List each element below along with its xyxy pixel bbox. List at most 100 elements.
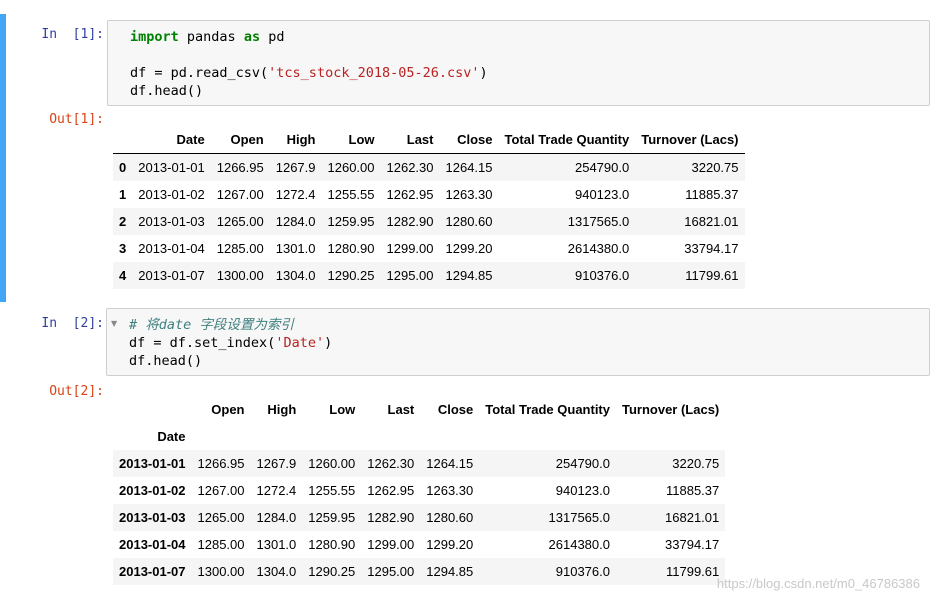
table-cell: 1301.0	[256, 537, 297, 552]
code-editor[interactable]: import pandas as pd df = pd.read_csv('tc…	[130, 28, 488, 100]
column-header: Low	[329, 402, 356, 417]
code-text: df = pd.read_csv(	[130, 65, 269, 81]
watermark-text: https://blog.csdn.net/m0_46786386	[716, 576, 920, 591]
table-cell: 1266.95	[197, 456, 245, 471]
table-cell: 910376.0	[574, 268, 630, 283]
table-row: 2013-01-01 1266.95 1267.9 1260.00 1262.30 126…	[113, 450, 726, 477]
code-text: df = df.set_index(	[129, 335, 276, 351]
column-header: Total Trade Quantity	[485, 402, 610, 417]
table-cell: 1267.9	[275, 160, 316, 175]
table-cell: 3220.75	[691, 160, 739, 175]
table-cell: 1272.4	[275, 187, 316, 202]
table-cell: 1280.60	[426, 510, 474, 525]
output-prompt: Out[2]:	[49, 384, 104, 399]
row-index: 2013-01-07	[119, 564, 186, 579]
table-cell: 1255.55	[308, 483, 356, 498]
table-cell: 1262.95	[367, 483, 415, 498]
table-cell: 1300.00	[216, 268, 264, 283]
row-index: 2	[119, 214, 127, 229]
column-header: High	[269, 126, 322, 154]
table-cell: 11885.37	[685, 187, 739, 202]
table-cell: 2013-01-02	[138, 187, 205, 202]
table-cell: 1294.85	[445, 268, 493, 283]
column-header: Close	[439, 126, 499, 154]
table-header-row: Open High Low Last Close Total Trade Quantity…	[113, 396, 725, 423]
column-header: Turnover (Lacs)	[635, 126, 745, 154]
row-index: 3	[119, 241, 127, 256]
table-cell: 1263.30	[426, 483, 474, 498]
table-cell: 3220.75	[672, 456, 720, 471]
table-cell: 11885.37	[666, 483, 720, 498]
row-index: 1	[119, 187, 127, 202]
code-editor[interactable]: # 将date 字段设置为索引 df = df.set_index('Date'…	[129, 316, 332, 370]
table-cell: 940123.0	[555, 483, 610, 498]
column-header: Last	[387, 402, 415, 417]
code-keyword: as	[243, 29, 261, 45]
input-prompt: In [1]:	[41, 27, 104, 42]
table-cell: 1260.00	[308, 456, 356, 471]
table-cell: 2013-01-01	[138, 160, 205, 175]
dataframe-table: Date Open High Low Last Close Total Trade Quan…	[113, 126, 745, 289]
table-cell: 33794.17	[684, 241, 739, 256]
table-cell: 1259.95	[327, 214, 375, 229]
table-cell: 910376.0	[555, 564, 610, 579]
table-cell: 2013-01-04	[138, 241, 205, 256]
table-cell: 1290.25	[308, 564, 356, 579]
column-header: Low	[321, 126, 381, 154]
table-cell: 1265.00	[197, 510, 245, 525]
code-keyword: import	[130, 29, 179, 45]
column-header: Total Trade Quantity	[498, 126, 636, 154]
code-input-area[interactable]: ▼ # 将date 字段设置为索引 df = df.set_index('Dat…	[106, 308, 930, 376]
table-cell: 16821.01	[665, 510, 720, 525]
table-cell: 1265.00	[216, 214, 264, 229]
table-cell: 1317565.0	[548, 510, 610, 525]
input-prompt: In [2]:	[41, 316, 104, 331]
column-header: Last	[380, 126, 440, 154]
table-cell: 1266.95	[216, 160, 264, 175]
table-cell: 1280.90	[327, 241, 375, 256]
table-cell: 1285.00	[216, 241, 264, 256]
table-cell: 1304.0	[275, 268, 316, 283]
code-text: pandas	[178, 29, 244, 45]
table-row: 2013-01-03 1265.00 1284.0 1259.95 1282.90 128…	[113, 504, 726, 531]
row-index: 4	[119, 268, 127, 283]
table-cell: 1290.25	[327, 268, 375, 283]
row-index: 2013-01-02	[119, 483, 186, 498]
table-cell: 254790.0	[574, 160, 630, 175]
table-cell: 1262.95	[386, 187, 434, 202]
table-cell: 1260.00	[327, 160, 375, 175]
code-input-area[interactable]: import pandas as pd df = pd.read_csv('tc…	[107, 20, 930, 106]
table-cell: 1264.15	[426, 456, 474, 471]
notebook-cell-1[interactable]: In [1]: import pandas as pd df = pd.read…	[0, 14, 930, 302]
table-cell: 1255.55	[327, 187, 375, 202]
header-corner	[113, 126, 133, 154]
column-header: High	[267, 402, 297, 417]
column-header: Open	[210, 126, 270, 154]
code-string: 'tcs_stock_2018-05-26.csv'	[268, 65, 480, 81]
table-cell: 1267.00	[216, 187, 264, 202]
table-cell: 1299.20	[445, 241, 493, 256]
table-cell: 1295.00	[386, 268, 434, 283]
index-spacer	[192, 423, 726, 450]
table-cell: 254790.0	[555, 456, 610, 471]
code-string: 'Date'	[275, 335, 325, 351]
table-row: 3 2013-01-04 1285.00 1301.0 1280.90 1299.00 12…	[113, 235, 745, 262]
code-text: df.head()	[129, 353, 203, 369]
notebook-cell-2[interactable]: In [2]: ▼ # 将date 字段设置为索引 df = df.set_in…	[0, 306, 930, 596]
table-cell: 1272.4	[256, 483, 297, 498]
row-index: 2013-01-01	[119, 456, 186, 471]
collapse-arrow-icon[interactable]: ▼	[111, 319, 117, 328]
table-index-row: Date	[113, 423, 725, 450]
table-header-row: Date Open High Low Last Close Total Trade Quan…	[113, 126, 745, 154]
table-cell: 1299.00	[367, 537, 415, 552]
column-header: Date	[132, 126, 211, 154]
table-cell: 1280.90	[308, 537, 356, 552]
table-cell: 940123.0	[574, 187, 630, 202]
table-row: 2 2013-01-03 1265.00 1284.0 1259.95 1282.90 12…	[113, 208, 745, 235]
table-cell: 1300.00	[197, 564, 245, 579]
table-cell: 1285.00	[197, 537, 245, 552]
table-cell: 2013-01-03	[138, 214, 205, 229]
table-cell: 1284.0	[275, 214, 316, 229]
table-cell: 2013-01-07	[138, 268, 205, 283]
table-cell: 1301.0	[275, 241, 316, 256]
